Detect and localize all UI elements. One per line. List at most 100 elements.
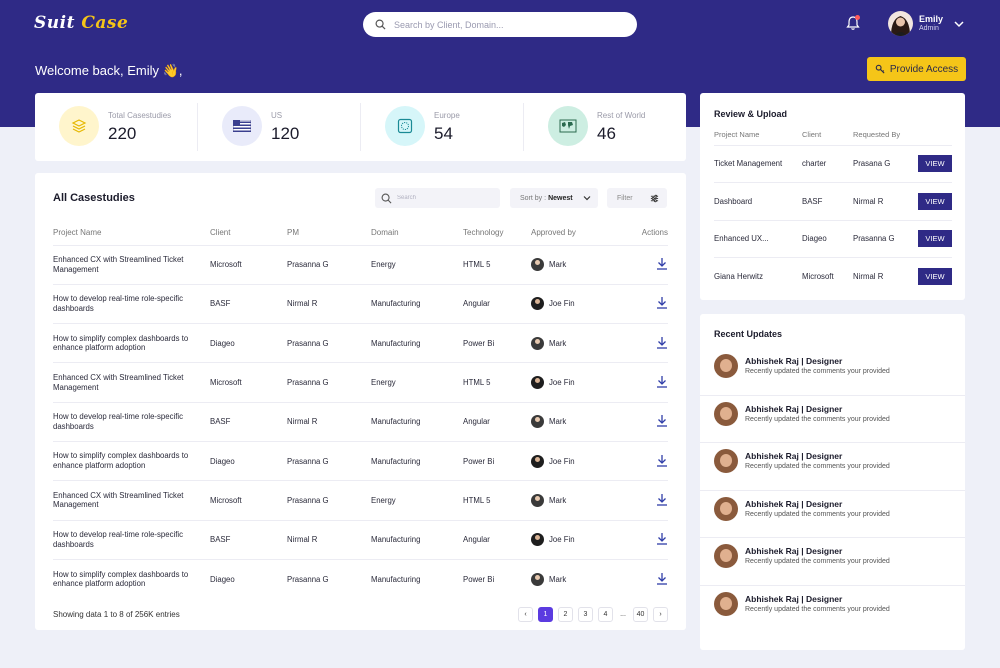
sort-dropdown[interactable]: Sort by : Newest — [510, 188, 598, 208]
cell-approved-by: Joe Fin — [531, 440, 616, 481]
view-button[interactable]: VIEW — [918, 268, 952, 285]
update-item[interactable]: Abhishek Raj | Designer Recently updated … — [700, 586, 965, 634]
cell-client: Microsoft — [210, 362, 287, 403]
global-search[interactable] — [363, 12, 637, 37]
review-table: Project Name Client Requested By Ticket … — [714, 125, 952, 295]
download-icon[interactable] — [656, 257, 668, 272]
prev-page-button[interactable]: ‹ — [518, 607, 533, 622]
review-row: Dashboard BASF Nirmal R VIEW — [714, 182, 952, 220]
col-approved-by[interactable]: Approved by — [531, 220, 616, 245]
provide-access-button[interactable]: Provide Access — [867, 57, 966, 81]
cell-approved-by: Mark — [531, 323, 616, 363]
page-40[interactable]: 40 — [633, 607, 648, 622]
cell-project-name[interactable]: How to develop real-time role-specific d… — [53, 283, 210, 324]
cell-domain: Manufacturing — [371, 401, 463, 442]
cell-technology: Power Bi — [463, 440, 531, 481]
view-button[interactable]: VIEW — [918, 230, 952, 248]
update-item[interactable]: Abhishek Raj | Designer Recently updated … — [700, 443, 965, 491]
update-item[interactable]: Abhishek Raj | Designer Recently updated … — [700, 538, 965, 586]
download-icon[interactable] — [656, 572, 668, 587]
cell-project-name[interactable]: How to develop real-time role-specific d… — [53, 519, 210, 560]
update-message: Recently updated the comments your provi… — [745, 558, 890, 565]
casestudies-title: All Casestudies — [53, 192, 135, 204]
stat-us[interactable]: US 120 — [198, 103, 361, 151]
table-row[interactable]: How to develop real-time role-specific d… — [53, 283, 668, 324]
cell-approved-by: Joe Fin — [531, 519, 616, 560]
update-item[interactable]: Abhishek Raj | Designer Recently updated … — [700, 348, 965, 396]
table-row[interactable]: How to simplify complex dashboards to en… — [53, 440, 668, 481]
page-ellipsis: ... — [618, 607, 628, 622]
casestudies-search[interactable] — [375, 188, 500, 208]
global-search-input[interactable] — [394, 19, 614, 30]
user-role: Admin — [919, 25, 939, 32]
update-item[interactable]: Abhishek Raj | Designer Recently updated … — [700, 396, 965, 443]
review-client: Diageo — [802, 219, 853, 258]
download-icon[interactable] — [656, 532, 668, 547]
col-client[interactable]: Client — [210, 220, 287, 245]
sort-value: Newest — [548, 194, 573, 202]
review-col-client: Client — [802, 130, 822, 140]
approver-avatar — [531, 533, 544, 547]
col-project-name[interactable]: Project Name — [53, 220, 210, 245]
updater-avatar — [714, 354, 738, 378]
updater-avatar — [714, 544, 738, 568]
download-icon[interactable] — [656, 493, 668, 508]
next-page-button[interactable]: › — [653, 607, 668, 622]
stat-rest-of-world[interactable]: Rest of World 46 — [524, 103, 686, 151]
notification-bell-icon[interactable] — [845, 15, 861, 31]
table-row[interactable]: Enhanced CX with Streamlined Ticket Mana… — [53, 480, 668, 521]
updater-name: Abhishek Raj | Designer — [745, 403, 843, 414]
stat-total-casestudies[interactable]: Total Casestudies 220 — [35, 103, 198, 151]
table-row[interactable]: How to simplify complex dashboards to en… — [53, 558, 668, 599]
page-1[interactable]: 1 — [538, 607, 553, 622]
page-3[interactable]: 3 — [578, 607, 593, 622]
page-4[interactable]: 4 — [598, 607, 613, 622]
table-row[interactable]: How to develop real-time role-specific d… — [53, 401, 668, 442]
table-row[interactable]: Enhanced CX with Streamlined Ticket Mana… — [53, 362, 668, 403]
view-button[interactable]: VIEW — [918, 155, 952, 173]
col-domain[interactable]: Domain — [371, 220, 463, 245]
download-icon[interactable] — [656, 336, 668, 351]
download-icon[interactable] — [656, 296, 668, 311]
cell-project-name[interactable]: Enhanced CX with Streamlined Ticket Mana… — [53, 244, 210, 285]
casestudies-search-input[interactable] — [397, 195, 487, 201]
download-icon[interactable] — [656, 414, 668, 429]
table-row[interactable]: How to develop real-time role-specific d… — [53, 519, 668, 560]
col-pm[interactable]: PM — [287, 220, 371, 245]
download-icon[interactable] — [656, 454, 668, 469]
cell-domain: Manufacturing — [371, 519, 463, 560]
cell-project-name[interactable]: How to simplify complex dashboards to en… — [53, 558, 210, 599]
cell-project-name[interactable]: How to develop real-time role-specific d… — [53, 401, 210, 442]
view-button[interactable]: VIEW — [918, 192, 952, 210]
chevron-down-icon[interactable] — [953, 17, 965, 29]
cell-actions — [616, 323, 668, 363]
filter-button[interactable]: Filter — [607, 188, 667, 208]
casestudies-table: Project Name Client PM Domain Technology… — [53, 220, 668, 599]
updater-avatar — [714, 449, 738, 473]
user-avatar[interactable] — [888, 11, 913, 36]
cell-technology: Power Bi — [463, 323, 531, 363]
review-col-action — [911, 125, 953, 145]
chevron-down-icon — [583, 196, 591, 201]
table-row[interactable]: Enhanced CX with Streamlined Ticket Mana… — [53, 244, 668, 285]
cell-project-name[interactable]: Enhanced CX with Streamlined Ticket Mana… — [53, 362, 210, 403]
stat-europe[interactable]: Europe 54 — [361, 103, 524, 151]
notification-dot — [855, 15, 860, 20]
update-item[interactable]: Abhishek Raj | Designer Recently updated … — [700, 491, 965, 538]
suitcase-logo[interactable]: Suit Case — [34, 13, 128, 33]
download-icon[interactable] — [656, 375, 668, 390]
col-technology[interactable]: Technology — [463, 220, 531, 245]
review-project: Dashboard — [714, 182, 802, 220]
table-row[interactable]: How to simplify complex dashboards to en… — [53, 323, 668, 363]
logo-text-suit: Suit — [34, 13, 75, 33]
cell-domain: Manufacturing — [371, 283, 463, 324]
cell-project-name[interactable]: How to simplify complex dashboards to en… — [53, 440, 210, 481]
page-2[interactable]: 2 — [558, 607, 573, 622]
cell-pm: Nirmal R — [287, 401, 371, 442]
cell-project-name[interactable]: How to simplify complex dashboards to en… — [53, 323, 210, 363]
cell-client: Diageo — [210, 323, 287, 363]
user-name[interactable]: Emily — [919, 14, 943, 24]
cell-project-name[interactable]: Enhanced CX with Streamlined Ticket Mana… — [53, 480, 210, 521]
cell-pm: Prasanna G — [287, 323, 371, 363]
key-icon — [875, 64, 885, 74]
